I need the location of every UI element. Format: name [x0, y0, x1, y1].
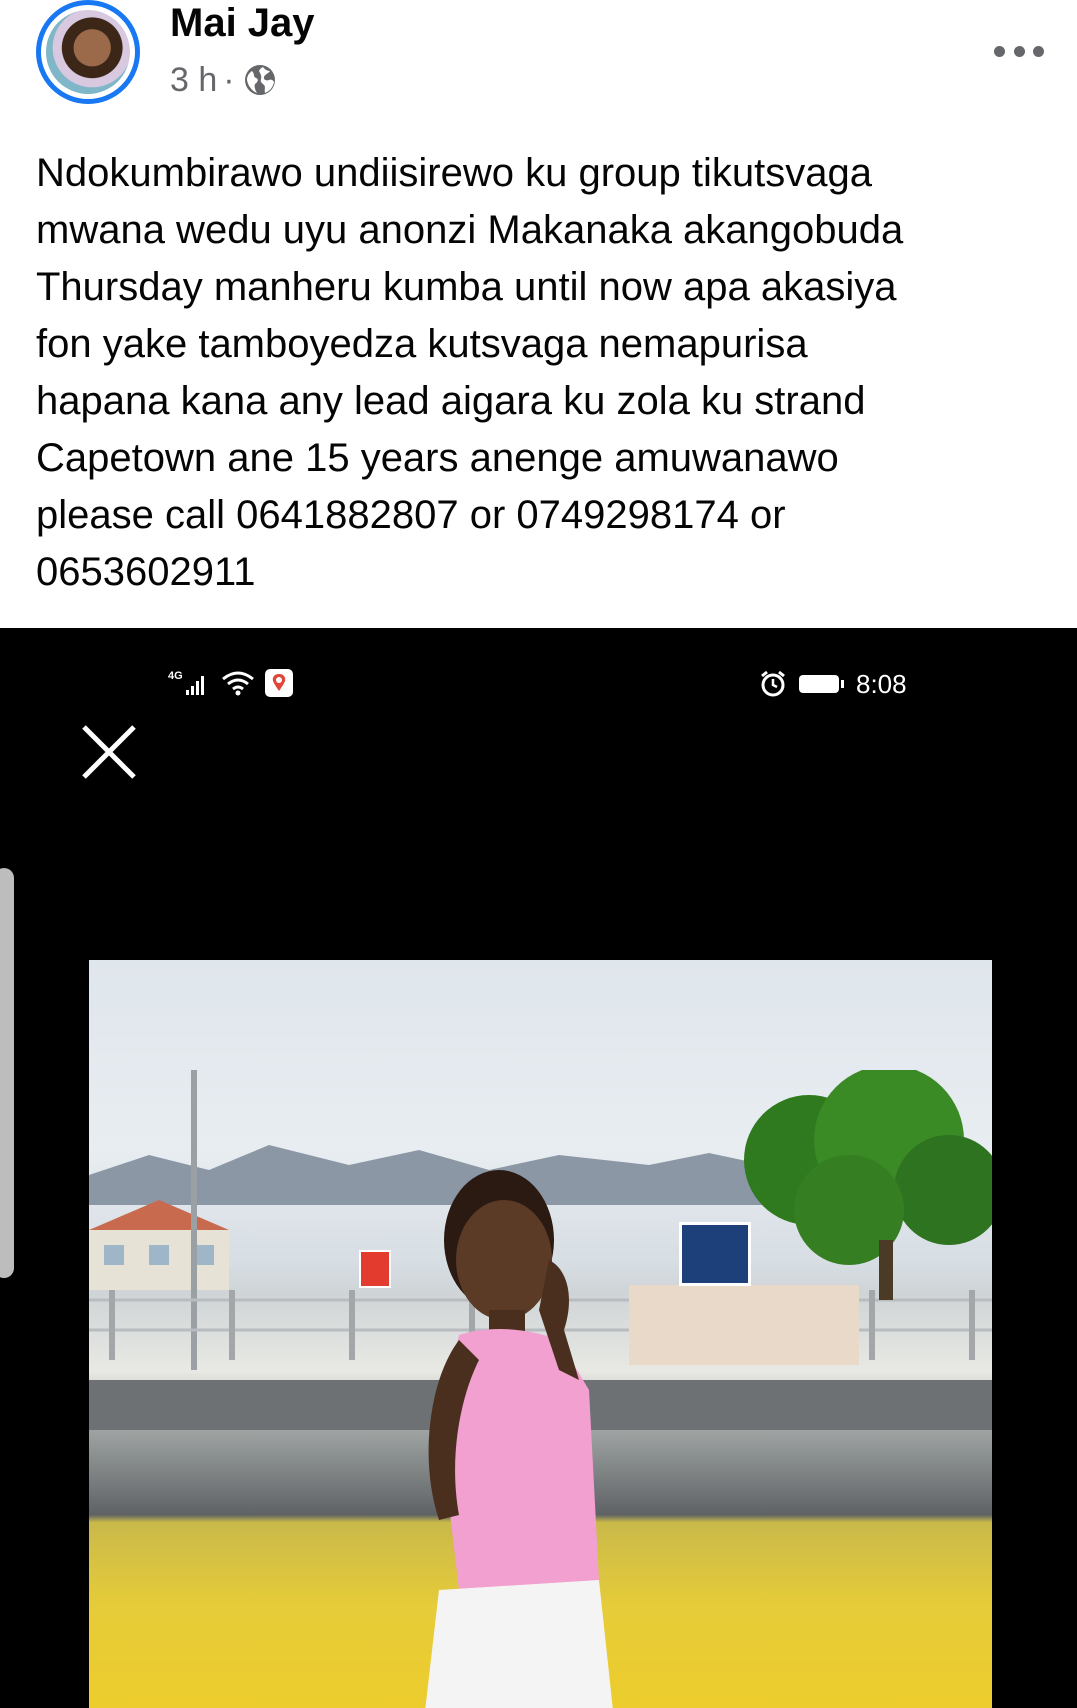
status-time: 8:08: [856, 669, 907, 699]
missing-person-photo: [89, 960, 992, 1708]
more-options-icon[interactable]: [994, 36, 1044, 66]
close-icon[interactable]: [80, 723, 138, 781]
post-text-line: 0653602911: [36, 550, 256, 594]
post-text-line: Ndokumbirawo undiisirewo ku group tikuts…: [36, 151, 872, 195]
globe-icon[interactable]: [243, 63, 277, 97]
post-text: Ndokumbirawo undiisirewo ku group tikuts…: [36, 145, 1046, 601]
status-right: 8:08: [758, 668, 907, 700]
location-icon: [265, 669, 293, 697]
road-sign: [359, 1250, 391, 1288]
post-text-line: please call 0641882807 or 0749298174 or: [36, 493, 786, 537]
tree: [744, 1070, 992, 1300]
battery-icon: [799, 675, 844, 693]
post-meta: 3 h ·: [170, 60, 277, 100]
post-header: Mai Jay 3 h ·: [0, 0, 1077, 130]
post-photo[interactable]: 4G 8:08: [0, 628, 1077, 1708]
status-left: 4G: [168, 668, 294, 698]
building: [89, 1200, 229, 1290]
post-text-line: fon yake tamboyedza kutsvaga nemapurisa: [36, 322, 808, 366]
person: [425, 1170, 613, 1708]
author-name[interactable]: Mai Jay: [170, 0, 315, 46]
wifi-icon: [222, 671, 254, 696]
post-time[interactable]: 3 h: [170, 61, 217, 100]
post-text-line: mwana wedu uyu anonzi Makanaka akangobud…: [36, 208, 904, 252]
post-text-line: hapana kana any lead aigara ku zola ku s…: [36, 379, 866, 423]
post-text-line: Capetown ane 15 years anenge amuwanawo: [36, 436, 839, 480]
scroll-handle[interactable]: [0, 868, 14, 1278]
post-text-line: Thursday manheru kumba until now apa aka…: [36, 265, 897, 309]
meta-separator: ·: [223, 60, 235, 99]
network-label: 4G: [168, 670, 183, 682]
avatar[interactable]: [36, 0, 140, 104]
alarm-icon: [761, 670, 785, 697]
signal-icon: 4G: [168, 670, 204, 695]
embedded-status-bar: 4G 8:08: [0, 668, 1077, 708]
avatar-image: [46, 10, 130, 94]
